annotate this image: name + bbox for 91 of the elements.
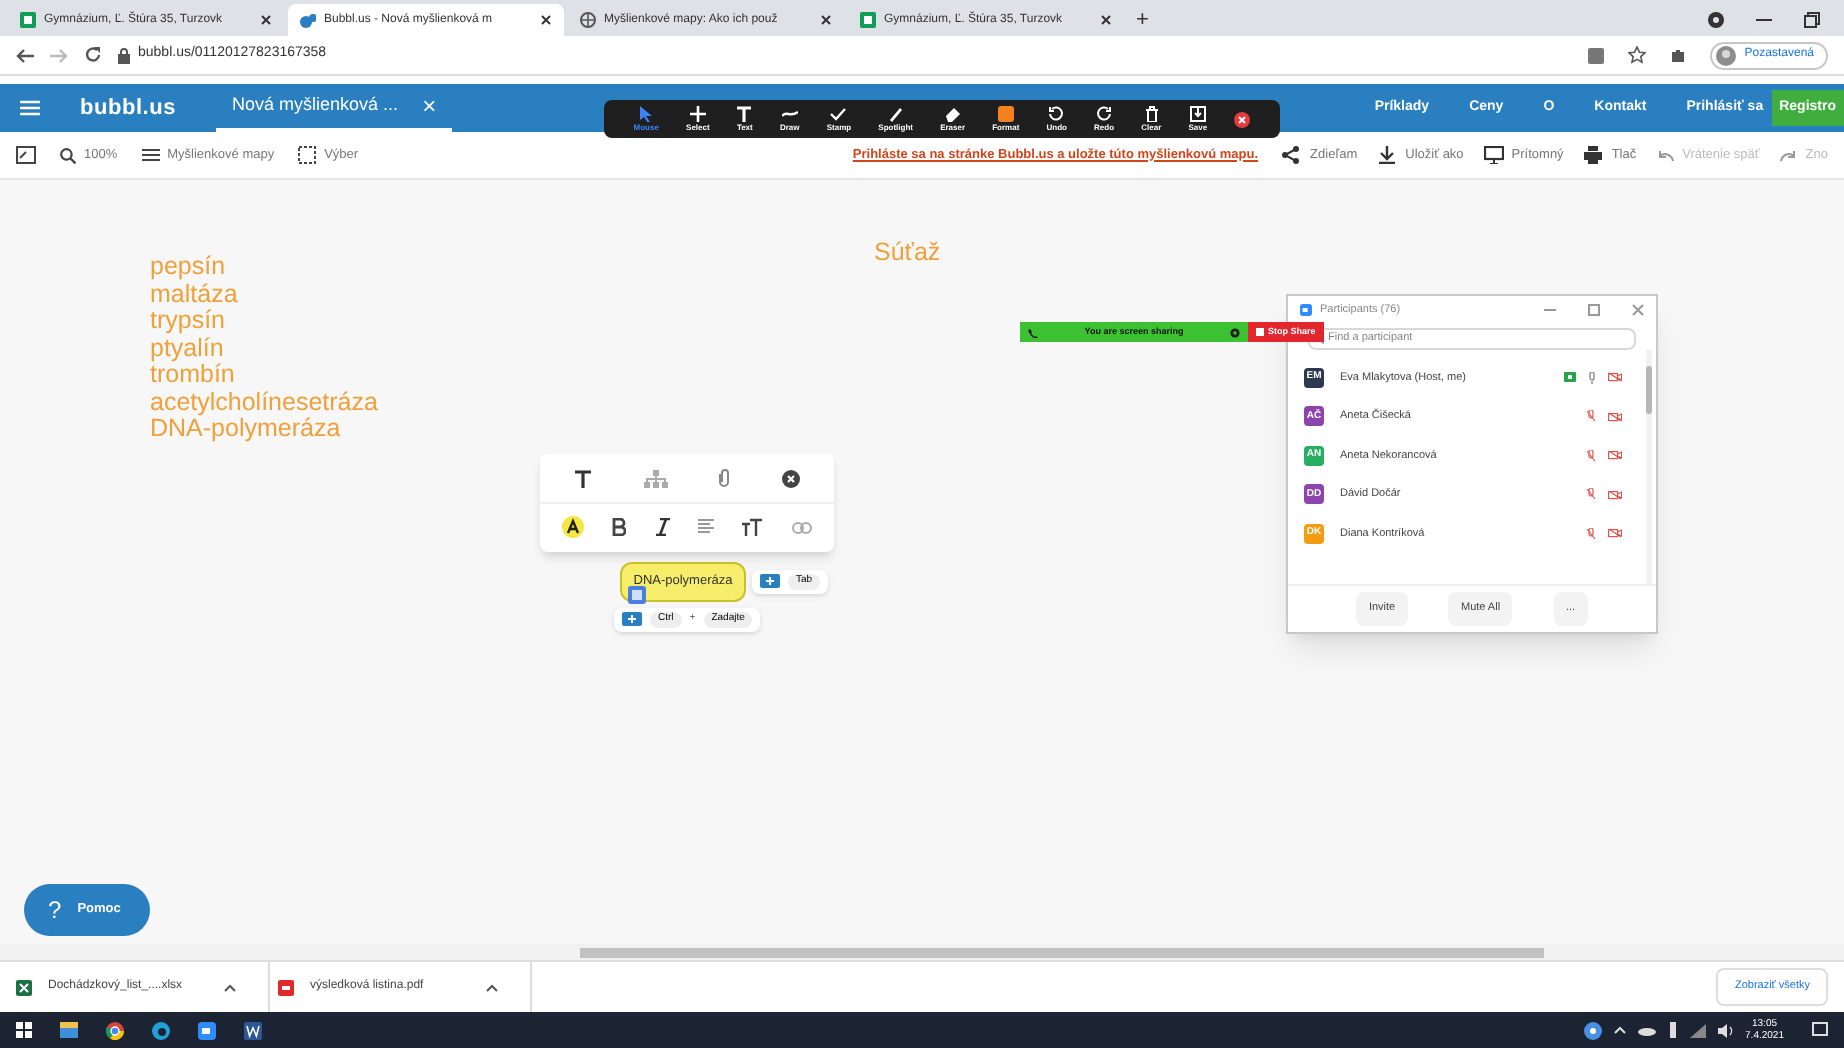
list-item-text: trombín: [150, 362, 237, 389]
video-off-icon: [1608, 489, 1622, 500]
menu-icon[interactable]: [20, 100, 40, 116]
usb-icon[interactable]: [1667, 1022, 1678, 1038]
muted-microphone-icon: [1586, 410, 1596, 423]
close-icon[interactable]: [260, 14, 272, 26]
profile-icon[interactable]: [1708, 12, 1724, 28]
italic-icon[interactable]: [655, 518, 670, 536]
microphone-icon: [1588, 371, 1596, 384]
undo-icon: [1656, 149, 1675, 161]
notification-icon[interactable]: [1812, 1022, 1828, 1038]
horizontal-scrollbar[interactable]: [0, 944, 1844, 960]
font-size-icon[interactable]: [742, 518, 763, 536]
checkmark-icon: [830, 106, 847, 122]
trash-icon: [1143, 106, 1160, 122]
redo-icon: [1096, 106, 1113, 122]
browser-icon[interactable]: [106, 1021, 124, 1039]
squiggle-icon: [781, 106, 798, 122]
muted-microphone-icon: [1586, 449, 1596, 462]
video-off-icon: [1608, 450, 1622, 461]
list-item-text: acetylcholínesetráza: [150, 389, 378, 416]
puzzle-icon[interactable]: [1670, 47, 1687, 63]
muted-microphone-icon: [1586, 527, 1596, 540]
download-icon: [1377, 146, 1398, 164]
stop-icon: [1256, 328, 1264, 336]
text-icon: [736, 106, 753, 122]
redo-icon: [1779, 149, 1798, 161]
speaker-icon[interactable]: [1717, 1023, 1734, 1037]
paperclip-icon[interactable]: [718, 468, 731, 488]
eraser-icon: [944, 106, 961, 122]
close-icon[interactable]: [1100, 14, 1112, 26]
lock-icon: [118, 47, 130, 63]
close-icon[interactable]: [1234, 111, 1251, 127]
maximize-icon[interactable]: [1588, 304, 1600, 316]
reload-icon[interactable]: [84, 46, 102, 64]
new-tab-button[interactable]: +: [1128, 4, 1157, 36]
list-icon: [141, 148, 160, 162]
list-item-text: trypsín: [150, 308, 228, 335]
muted-microphone-icon: [1586, 488, 1596, 501]
share-icon: [1282, 146, 1303, 164]
printer-icon: [1583, 146, 1604, 164]
bold-icon[interactable]: [612, 518, 627, 536]
delete-icon[interactable]: [782, 469, 801, 487]
bubbles-icon: [300, 12, 316, 28]
spreadsheet-icon: [20, 12, 36, 28]
topic-title: Súťaž: [874, 236, 941, 270]
restore-icon[interactable]: [1804, 12, 1820, 28]
cursor-icon: [638, 106, 655, 122]
globe-icon: [580, 12, 596, 28]
cloud-icon[interactable]: [1637, 1025, 1656, 1035]
text-icon[interactable]: [573, 469, 592, 487]
close-icon[interactable]: [540, 14, 552, 26]
list-item-text: DNA-polymeráza: [150, 416, 341, 443]
list-item-text: ptyalín: [150, 335, 224, 362]
close-icon[interactable]: [820, 14, 832, 26]
star-icon[interactable]: [1628, 46, 1647, 64]
save-icon: [1189, 106, 1206, 122]
selection-icon: [298, 146, 317, 164]
video-off-icon: [1608, 528, 1622, 539]
spreadsheet-icon: [860, 12, 876, 28]
search-icon: [60, 147, 76, 163]
highlight-color-icon[interactable]: [562, 516, 585, 538]
list-item-text: maltáza: [150, 281, 240, 308]
caret-icon[interactable]: [1613, 1026, 1626, 1034]
document-icon: [278, 979, 294, 995]
settings-icon[interactable]: [1230, 327, 1240, 337]
video-off-icon: [1608, 411, 1622, 422]
back-icon[interactable]: [16, 47, 34, 63]
video-app-icon: [1300, 304, 1312, 316]
help-icon[interactable]: [1583, 1021, 1602, 1039]
video-off-icon: [1608, 372, 1622, 383]
spreadsheet-icon: [16, 979, 32, 995]
start-icon[interactable]: [16, 1022, 32, 1038]
phone-icon: [1028, 327, 1038, 337]
screen-share-icon: [1564, 372, 1576, 383]
monitor-icon: [1483, 146, 1504, 164]
format-icon: [997, 106, 1014, 122]
undo-icon: [1048, 106, 1065, 122]
fit-screen-icon[interactable]: [16, 146, 36, 164]
close-tab-button[interactable]: ×: [422, 88, 437, 124]
caret-icon: [486, 983, 498, 991]
move-icon: [689, 106, 706, 122]
align-icon[interactable]: [698, 518, 715, 536]
video-call-icon[interactable]: [198, 1021, 216, 1039]
logo[interactable]: bubbl.us: [80, 91, 177, 125]
avatar-icon: [1716, 45, 1737, 65]
list-item-text: pepsín: [150, 254, 228, 281]
pen-icon: [887, 106, 904, 122]
caret-icon: [224, 983, 236, 991]
network-icon[interactable]: [1689, 1023, 1706, 1037]
word-icon[interactable]: [244, 1021, 262, 1039]
